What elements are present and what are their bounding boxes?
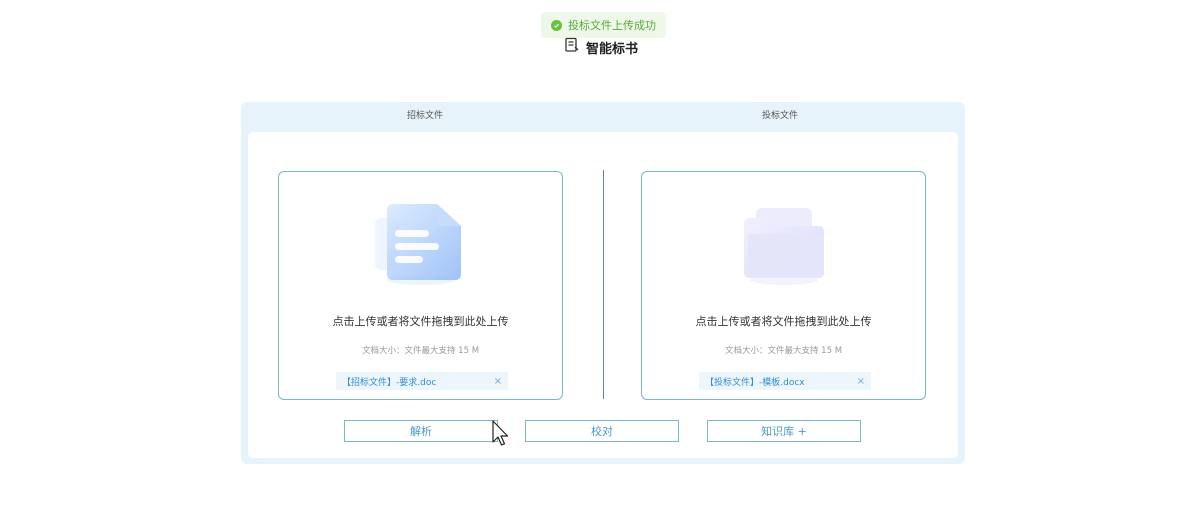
tab-tender-file[interactable]: 招标文件 [407,108,443,124]
upload-size-hint: 文档大小：文件最大支持 15 M [724,346,843,356]
knowledge-base-button[interactable]: 知识库 + [707,420,861,442]
upload-area: 点击上传或者将文件拖拽到此处上传 文档大小：文件最大支持 15 M 【招标文件】… [248,132,958,458]
upload-size-hint: 文档大小：文件最大支持 15 M [361,346,480,356]
dropzone-divider [603,170,604,399]
uploaded-file-chip[interactable]: 【招标文件】-要求.doc × [336,372,508,390]
upload-instruction: 点击上传或者将文件拖拽到此处上传 [332,315,509,328]
toast-message: 投标文件上传成功 [568,19,656,32]
parse-button[interactable]: 解析 [344,420,498,442]
mouse-cursor-icon [492,420,509,446]
remove-file-icon[interactable]: × [494,376,502,387]
document-illustration [375,204,461,285]
upload-instruction: 点击上传或者将文件拖拽到此处上传 [695,315,872,328]
file-name: 【投标文件】-模板.docx [705,377,805,388]
document-icon [564,37,580,57]
page-header: 智能标书 [564,36,638,58]
folder-illustration [744,208,824,285]
uploaded-file-chip[interactable]: 【投标文件】-模板.docx × [699,372,871,390]
tender-file-dropzone[interactable]: 点击上传或者将文件拖拽到此处上传 文档大小：文件最大支持 15 M 【招标文件】… [278,171,563,400]
bid-file-dropzone[interactable]: 点击上传或者将文件拖拽到此处上传 文档大小：文件最大支持 15 M 【投标文件】… [641,171,926,400]
check-button[interactable]: 校对 [525,420,679,442]
upload-panel: 招标文件 投标文件 点击上传或者将文件拖拽到此处上传 文档大小：文件最大支持 1… [241,102,965,464]
check-circle-icon [551,19,562,31]
page-title: 智能标书 [586,41,639,57]
file-name: 【招标文件】-要求.doc [342,377,437,388]
remove-file-icon[interactable]: × [857,376,865,387]
tab-bid-file[interactable]: 投标文件 [762,108,798,124]
success-toast: 投标文件上传成功 [541,12,666,38]
